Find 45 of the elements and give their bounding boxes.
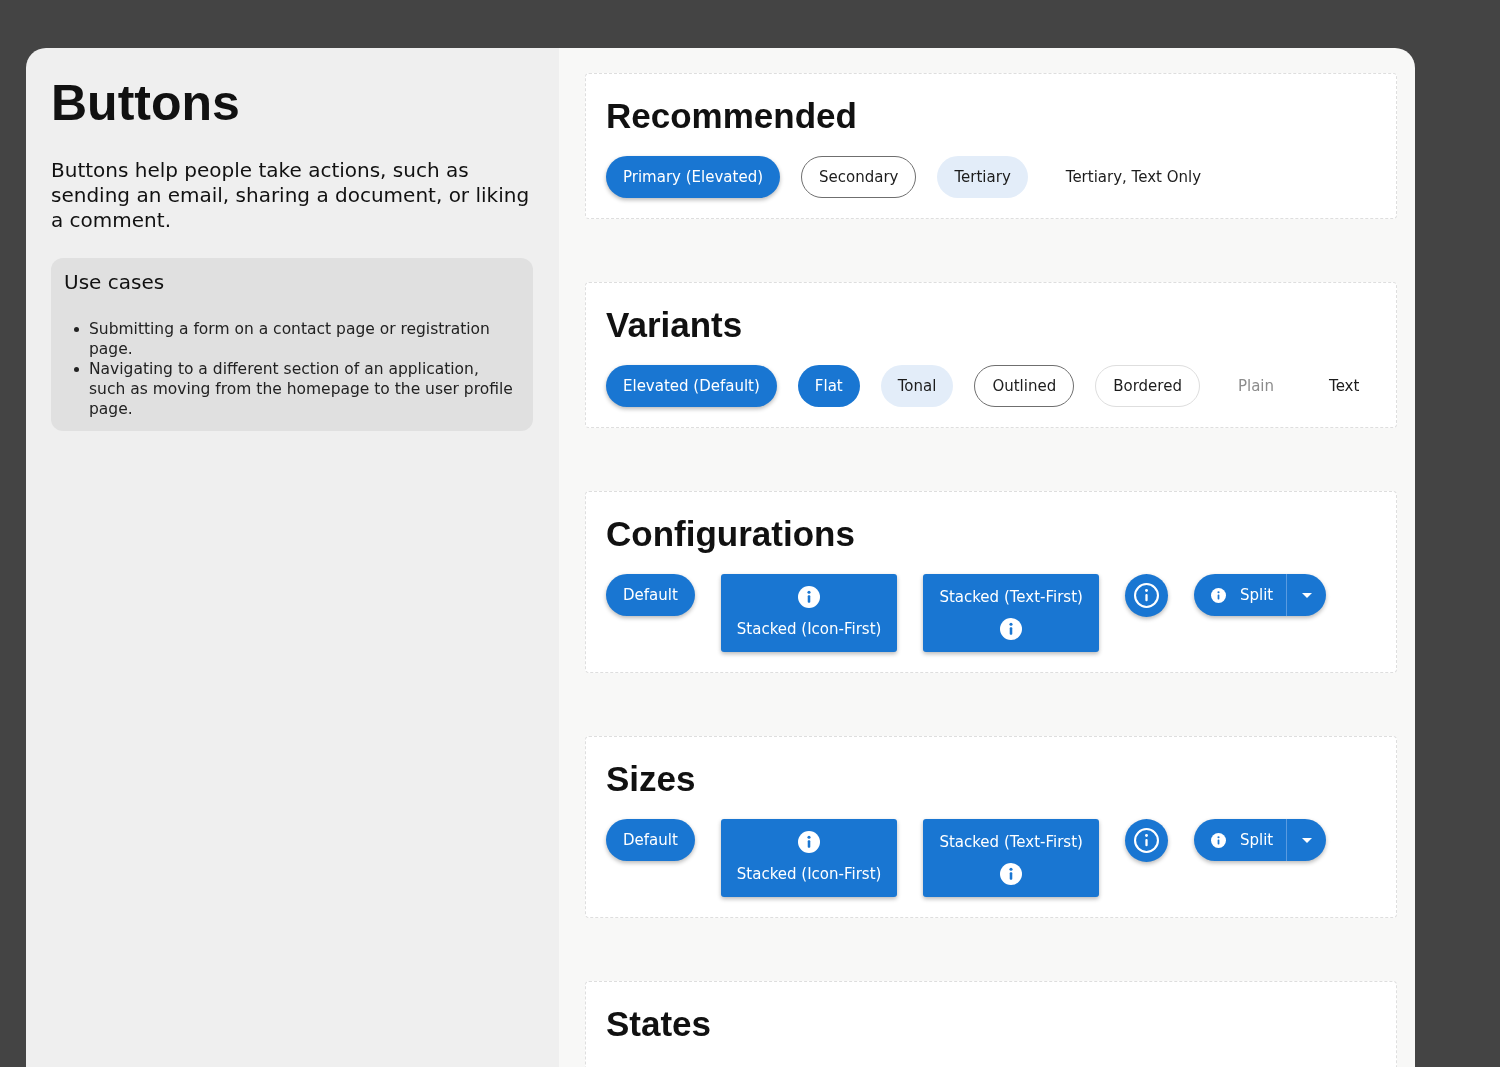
- bullet-icon: [74, 326, 79, 332]
- page-title: Buttons: [51, 74, 240, 133]
- elevated-button[interactable]: Default: [606, 819, 695, 861]
- stacked-button[interactable]: Stacked (Text-First): [923, 574, 1099, 652]
- text-button[interactable]: Tertiary, Text Only: [1048, 156, 1219, 198]
- bullet-icon: [74, 366, 79, 372]
- flat-button[interactable]: Flat: [797, 365, 860, 407]
- elevated-button[interactable]: Default: [606, 574, 695, 616]
- info-icon: [1210, 587, 1226, 603]
- plain-button[interactable]: Plain: [1220, 365, 1291, 407]
- stacked-button[interactable]: Stacked (Text-First): [923, 819, 1099, 897]
- elevated-button[interactable]: Primary (Elevated): [606, 156, 780, 198]
- tonal-button[interactable]: Tertiary: [937, 156, 1028, 198]
- outlined-button[interactable]: Secondary: [801, 156, 917, 198]
- info-icon: [1133, 583, 1159, 608]
- info-icon: [1000, 618, 1023, 641]
- section-heading: Variants: [606, 304, 743, 346]
- section-heading: Recommended: [606, 95, 857, 137]
- stacked-button[interactable]: Stacked (Icon-First): [720, 574, 898, 652]
- caret-down-icon: [1301, 837, 1312, 843]
- elevated-button[interactable]: Elevated (Default): [606, 365, 777, 407]
- section-heading: Sizes: [606, 758, 696, 800]
- split-action-button[interactable]: Split: [1193, 819, 1287, 861]
- section-heading: States: [606, 1003, 712, 1045]
- icon-button[interactable]: [1124, 574, 1168, 617]
- info-icon: [1133, 828, 1159, 853]
- use-case-text: Submitting a form on a contact page or registration page.: [89, 319, 491, 359]
- use-case-text: Navigating to a different section of an application, such as moving from the homepage to the user profile page.: [89, 359, 514, 419]
- info-icon: [1210, 832, 1226, 848]
- stacked-button[interactable]: Stacked (Icon-First): [720, 819, 898, 897]
- split-button[interactable]: Split: [1193, 819, 1327, 861]
- section-heading: Configurations: [606, 513, 855, 555]
- use-cases-heading: Use cases: [64, 270, 165, 295]
- info-icon: [798, 585, 821, 608]
- tonal-button[interactable]: Tonal: [880, 365, 954, 407]
- caret-down-icon: [1301, 592, 1312, 598]
- page-description: Buttons help people take actions, such as sending an email, sharing a document, or liking a comment.: [51, 158, 531, 233]
- info-icon: [798, 830, 821, 853]
- split-action-button[interactable]: Split: [1193, 574, 1287, 616]
- info-icon: [1000, 863, 1023, 886]
- split-button[interactable]: Split: [1193, 574, 1327, 616]
- icon-button[interactable]: [1124, 819, 1168, 862]
- outlined-button[interactable]: Outlined: [974, 365, 1075, 407]
- bordered-button[interactable]: Bordered: [1095, 365, 1200, 407]
- text-button[interactable]: Text: [1312, 365, 1377, 407]
